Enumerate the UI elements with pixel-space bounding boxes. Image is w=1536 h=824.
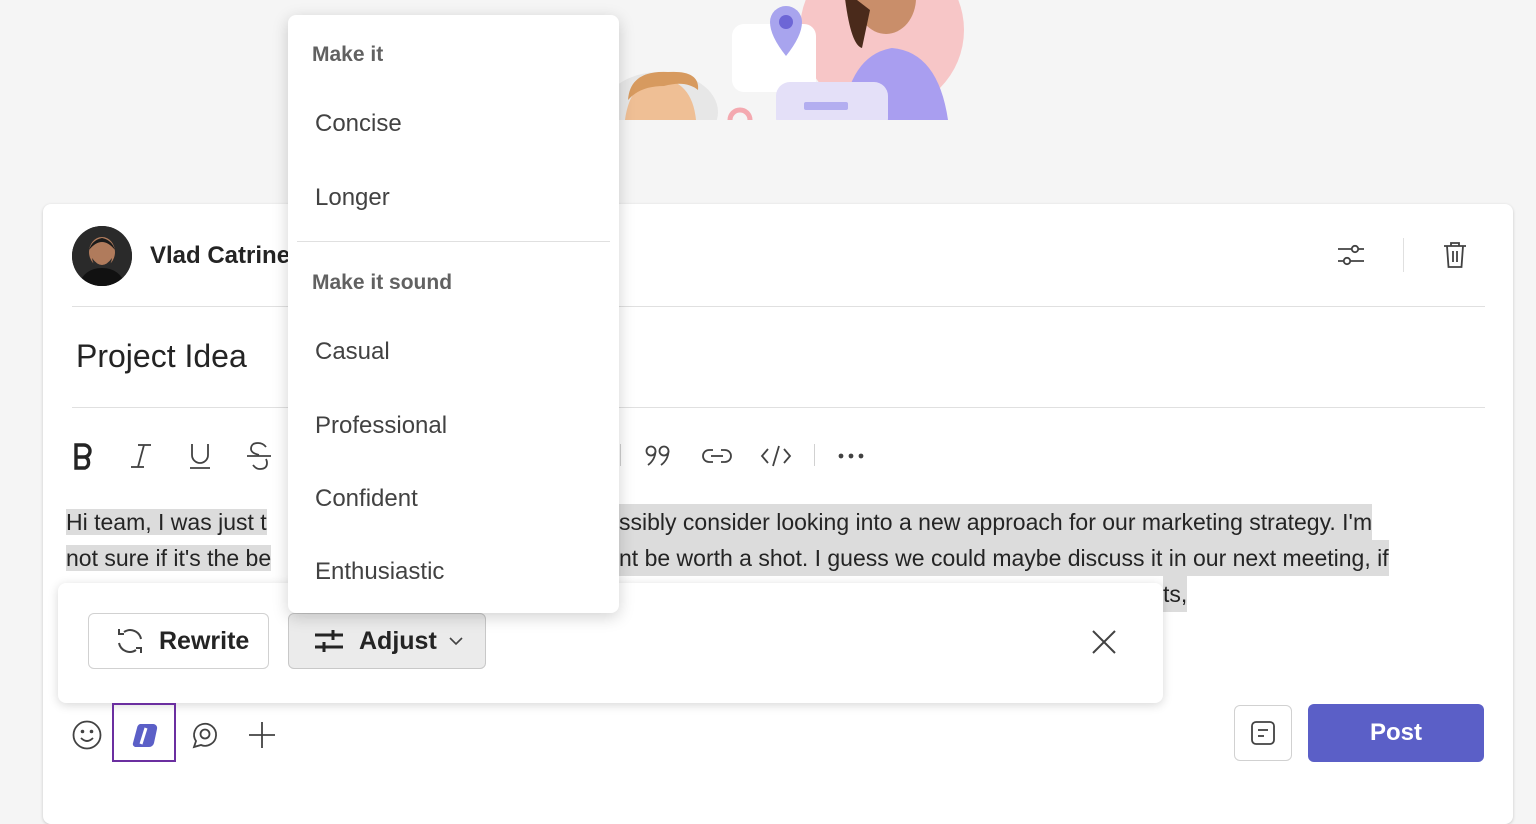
- adjust-label: Adjust: [359, 626, 437, 655]
- settings-sliders-icon[interactable]: [1333, 237, 1369, 273]
- copilot-icon[interactable]: [126, 716, 164, 754]
- menu-item-confident[interactable]: Confident: [315, 485, 418, 513]
- bold-icon[interactable]: [63, 436, 103, 476]
- menu-item-longer[interactable]: Longer: [315, 184, 390, 212]
- link-icon[interactable]: [697, 436, 737, 476]
- menu-item-concise[interactable]: Concise: [315, 110, 402, 138]
- message-text: ts,: [1163, 576, 1188, 612]
- post-button[interactable]: Post: [1308, 704, 1484, 762]
- menu-divider: [297, 241, 610, 242]
- toolbar-divider: [620, 444, 621, 466]
- adjust-button[interactable]: Adjust: [288, 613, 486, 669]
- adjust-dropdown-menu: [288, 15, 619, 613]
- rewrite-button[interactable]: Rewrite: [88, 613, 269, 669]
- message-text: nt be worth a shot. I guess we could may…: [619, 540, 1389, 576]
- menu-item-casual[interactable]: Casual: [315, 338, 390, 366]
- menu-item-enthusiastic[interactable]: Enthusiastic: [315, 558, 444, 586]
- avatar: [72, 226, 132, 286]
- menu-item-professional[interactable]: Professional: [315, 412, 447, 440]
- header-illustration: [600, 0, 980, 120]
- menu-section-title: Make it: [312, 43, 384, 66]
- chevron-down-icon: [449, 636, 463, 646]
- close-icon[interactable]: [1086, 624, 1122, 660]
- header-separator: [72, 306, 1485, 307]
- quote-icon[interactable]: [638, 436, 678, 476]
- italic-icon[interactable]: [121, 436, 161, 476]
- refresh-icon: [115, 626, 145, 656]
- message-text: Hi team, I was just t: [66, 509, 267, 535]
- message-line[interactable]: Hi team, I was just t ssibly consider lo…: [66, 504, 1373, 540]
- schedule-icon[interactable]: [1234, 705, 1292, 761]
- subject-separator: [72, 407, 1485, 408]
- subject-field[interactable]: Project Idea: [76, 338, 247, 375]
- menu-section-title: Make it sound: [312, 271, 453, 294]
- author-name: Vlad Catrine: [150, 242, 291, 269]
- emoji-icon[interactable]: [68, 716, 106, 754]
- underline-icon[interactable]: [180, 436, 220, 476]
- more-icon[interactable]: [831, 436, 871, 476]
- rewrite-label: Rewrite: [159, 626, 250, 655]
- message-text: not sure if it's the be: [66, 545, 272, 571]
- add-icon[interactable]: [243, 716, 281, 754]
- toolbar-divider: [814, 444, 815, 466]
- loop-icon[interactable]: [185, 716, 223, 754]
- header-divider: [1403, 238, 1404, 272]
- adjust-sliders-icon: [313, 628, 345, 654]
- strikethrough-icon[interactable]: [239, 436, 279, 476]
- message-text: ssibly consider looking into a new appro…: [619, 504, 1373, 540]
- message-line[interactable]: not sure if it's the be nt be worth a sh…: [66, 540, 1389, 576]
- delete-icon[interactable]: [1437, 237, 1473, 273]
- code-icon[interactable]: [756, 436, 796, 476]
